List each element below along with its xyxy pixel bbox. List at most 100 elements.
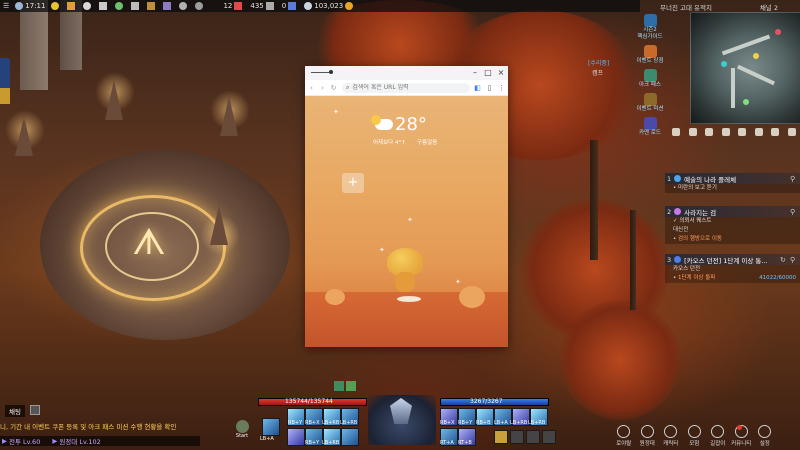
menu-character[interactable]: 캐릭터 bbox=[659, 425, 683, 450]
menu-settings[interactable]: 설정 bbox=[753, 425, 777, 450]
notice-shortcut[interactable] bbox=[147, 2, 157, 10]
chat-tab[interactable]: 채팅 bbox=[5, 405, 25, 417]
party-shortcut[interactable] bbox=[99, 2, 109, 10]
skill-key-label: RT+A bbox=[440, 440, 454, 446]
left-event-tab[interactable] bbox=[0, 88, 10, 104]
tree-trunk bbox=[590, 140, 598, 260]
skill-key-label: RT+B bbox=[458, 440, 472, 446]
tools-icon[interactable] bbox=[787, 128, 796, 136]
menu-adventure[interactable]: 모험 bbox=[683, 425, 707, 450]
status-shortcut[interactable] bbox=[115, 2, 125, 10]
chat-options-icon[interactable] bbox=[30, 405, 40, 415]
quest-number: 3 bbox=[667, 255, 672, 264]
opacity-slider-knob[interactable] bbox=[329, 70, 333, 74]
pin-icon[interactable]: ⚲ bbox=[790, 208, 798, 216]
main-menu-bar: 로야랄 원정대 캐릭터 모험 길잡이 커뮤니티 설정 bbox=[612, 425, 800, 450]
quest-header[interactable]: 3 [카오스 던전] 1단계 이상 통... ↻ ⚲ bbox=[665, 254, 800, 265]
settings-shortcut[interactable] bbox=[195, 2, 205, 10]
bush-illustration bbox=[325, 289, 345, 305]
consumable-slot[interactable] bbox=[494, 430, 508, 444]
mail-shortcut[interactable] bbox=[67, 2, 77, 10]
minimize-icon[interactable]: – bbox=[470, 68, 480, 78]
skill-slot[interactable] bbox=[262, 418, 280, 436]
skill-slot[interactable] bbox=[341, 428, 359, 446]
kamen-road[interactable]: 카멘 로드 bbox=[636, 117, 664, 137]
character-icon bbox=[664, 425, 678, 438]
life-skill-icon[interactable] bbox=[721, 128, 730, 136]
consumable-slot[interactable] bbox=[510, 430, 524, 444]
skill-slot[interactable] bbox=[287, 428, 305, 446]
more-menu-icon[interactable]: ⋮ bbox=[497, 84, 506, 92]
url-input[interactable] bbox=[352, 84, 453, 91]
quest-tracker-1[interactable]: 1 예술의 나라 플레체 ⚲ • 미란의 보고 듣기 bbox=[665, 173, 800, 193]
pet-icon[interactable] bbox=[688, 128, 697, 136]
new-tab-page: ✦ ✦ ✦ ✦ 28° 어제보다 4°↑ 구름많음 + bbox=[305, 96, 508, 347]
forward-icon[interactable]: › bbox=[318, 84, 327, 92]
close-icon[interactable]: × bbox=[496, 68, 506, 78]
menu-label: 원정대 bbox=[639, 441, 655, 447]
pin-icon[interactable]: ⚲ bbox=[790, 175, 798, 183]
refresh-icon[interactable]: ↻ bbox=[780, 256, 788, 264]
consumable-slot[interactable] bbox=[542, 430, 556, 444]
crystal-spire bbox=[210, 205, 228, 245]
minimap-path bbox=[721, 34, 771, 56]
mission-icon bbox=[643, 93, 657, 106]
menu-label: 커뮤니티 bbox=[731, 441, 752, 447]
refresh-icon[interactable]: ↻ bbox=[329, 84, 338, 92]
bag-shortcut[interactable] bbox=[163, 2, 173, 10]
menu-guild[interactable]: 원정대 bbox=[636, 425, 660, 450]
crystal-spire bbox=[105, 80, 123, 120]
bag-icon bbox=[163, 2, 172, 10]
quest-header[interactable]: 2 사라지는 검 ⚲ bbox=[665, 206, 800, 217]
event-mission[interactable]: 이벤트 미션 bbox=[636, 93, 664, 113]
consumable-slot[interactable] bbox=[526, 430, 540, 444]
tabs-icon[interactable]: ▯ bbox=[485, 84, 494, 92]
pin-icon[interactable]: ⚲ bbox=[790, 256, 798, 264]
address-bar[interactable]: ⌕ bbox=[342, 82, 470, 93]
event-shop[interactable]: 이벤트 상점 bbox=[636, 45, 664, 65]
adventure-icon bbox=[687, 425, 701, 438]
event-icon bbox=[131, 2, 140, 10]
maximize-icon[interactable]: □ bbox=[483, 68, 493, 78]
bell-shortcut[interactable] bbox=[179, 2, 189, 10]
camera-icon[interactable] bbox=[738, 128, 747, 136]
minimap[interactable] bbox=[690, 12, 800, 124]
menu-toggle[interactable]: ☰ bbox=[3, 2, 9, 10]
ark-pass-icon bbox=[643, 69, 657, 82]
event-shortcut[interactable] bbox=[131, 2, 141, 10]
npc-marker-icon bbox=[743, 99, 749, 105]
wardrobe-icon[interactable] bbox=[672, 128, 681, 136]
hammer-icon[interactable] bbox=[771, 128, 780, 136]
skill-key-label: RB+B bbox=[476, 420, 491, 426]
minimap-utility-row bbox=[668, 126, 800, 138]
quest-tracker-2[interactable]: 2 사라지는 검 ⚲ ✓ 의뢰서 퀘스트 대신전 • 검의 행방으로 이동 bbox=[665, 206, 800, 244]
skill-key-label: RB+Y bbox=[458, 420, 473, 426]
guild-icon bbox=[640, 425, 654, 438]
guide-book-icon bbox=[643, 14, 657, 27]
heart-marker-icon bbox=[775, 29, 781, 35]
browser-titlebar[interactable]: – □ × bbox=[305, 66, 508, 80]
quest-title: 사라지는 검 bbox=[684, 208, 717, 217]
skill-key-label: LB+RB bbox=[510, 420, 528, 426]
add-shortcut-button[interactable]: + bbox=[342, 173, 364, 193]
compass-small-icon[interactable] bbox=[705, 128, 714, 136]
menu-shop[interactable]: 로야랄 bbox=[612, 425, 636, 450]
back-icon[interactable]: ‹ bbox=[307, 84, 316, 92]
channel-selector[interactable]: 채널 2 bbox=[760, 2, 778, 12]
season2-guide[interactable]: 시즌2 핵심가이드 bbox=[636, 14, 664, 41]
start-button[interactable]: Start bbox=[234, 420, 250, 439]
menu-guide[interactable]: 길잡이 bbox=[706, 425, 730, 450]
chat-shortcut[interactable] bbox=[51, 2, 61, 10]
mascot-body bbox=[395, 272, 415, 292]
gear-icon bbox=[195, 2, 204, 10]
weather-widget[interactable]: 28° bbox=[371, 114, 427, 135]
menu-label: 모험 bbox=[689, 441, 700, 447]
currency-1: 12 bbox=[223, 2, 244, 10]
ark-pass[interactable]: 아크 패스 bbox=[636, 69, 664, 89]
friends-shortcut[interactable] bbox=[83, 2, 93, 10]
map-icon[interactable] bbox=[754, 128, 763, 136]
extension-icon[interactable]: ◧ bbox=[473, 84, 482, 92]
quest-tracker-3[interactable]: 3 [카오스 던전] 1단계 이상 통... ↻ ⚲ 카오스 던전 • 1단계 … bbox=[665, 254, 800, 283]
skill-key-label: LB+A bbox=[494, 420, 508, 426]
quest-header[interactable]: 1 예술의 나라 플레체 ⚲ bbox=[665, 173, 800, 184]
